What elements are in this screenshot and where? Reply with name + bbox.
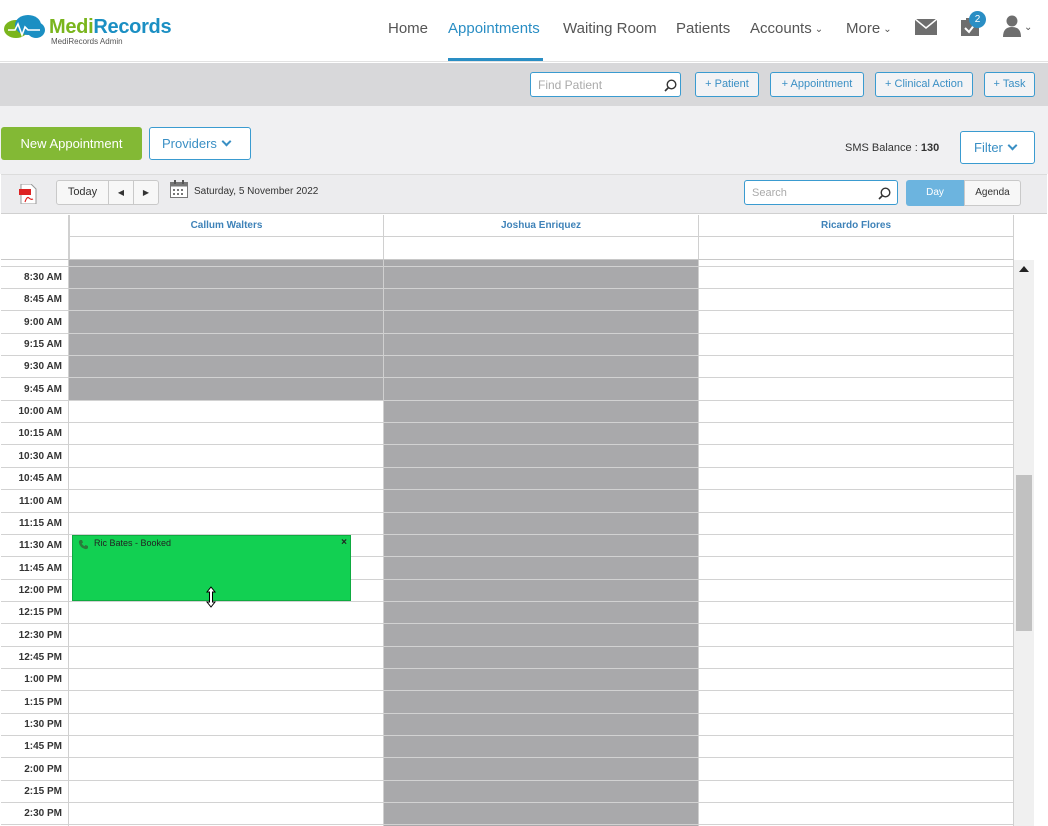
time-slot-row[interactable]: 1:00 PM — [1, 669, 1014, 692]
nav-more[interactable]: More ⌄ — [846, 20, 892, 37]
scrollbar-thumb[interactable] — [1016, 475, 1032, 631]
time-gutter — [1, 260, 69, 826]
search-icon[interactable] — [664, 79, 677, 92]
today-button[interactable]: Today — [56, 180, 109, 205]
sms-balance: SMS Balance : 130 — [845, 142, 939, 154]
appointment-toolbar: New Appointment Providers SMS Balance : … — [0, 106, 1048, 174]
search-icon[interactable] — [878, 187, 891, 200]
time-slot-row[interactable]: 8:30 AM — [1, 267, 1014, 289]
next-day-button[interactable]: ▶ — [133, 180, 159, 205]
time-slot-row[interactable]: 1:30 PM — [1, 714, 1014, 736]
providers-label: Providers — [162, 136, 217, 151]
column-divider — [383, 260, 384, 826]
resize-cursor-icon — [205, 586, 217, 608]
time-slot-row[interactable]: 1:15 PM — [1, 692, 1014, 714]
add-clinical-action-button[interactable]: + Clinical Action — [875, 72, 973, 97]
nav-more-label: More — [846, 20, 881, 37]
new-appointment-button[interactable]: New Appointment — [1, 127, 142, 160]
phone-icon — [78, 540, 88, 550]
top-nav: MediRecords MediRecords Admin Home Appoi… — [0, 0, 1048, 62]
nav-home[interactable]: Home — [388, 20, 428, 37]
time-slot-row[interactable]: 1:45 PM — [1, 736, 1014, 759]
time-slot-row[interactable] — [1, 260, 1014, 267]
tasks-count-badge: 2 — [969, 11, 986, 28]
time-slot-row[interactable]: 12:30 PM — [1, 625, 1014, 647]
time-gutter-header — [1, 215, 69, 259]
calendar-header: Callum Walters Joshua Enriquez Ricardo F… — [1, 215, 1014, 260]
add-task-button[interactable]: + Task — [984, 72, 1035, 97]
current-date: Saturday, 5 November 2022 — [194, 186, 319, 197]
column-divider — [698, 260, 699, 826]
time-slot-row[interactable]: 10:00 AM — [1, 401, 1014, 424]
calendar-icon[interactable] — [170, 180, 188, 198]
time-slot-row[interactable]: 10:15 AM — [1, 423, 1014, 446]
nav-waiting-room[interactable]: Waiting Room — [563, 20, 657, 37]
time-slot-row[interactable]: 2:15 PM — [1, 781, 1014, 804]
time-slot-row[interactable]: 9:15 AM — [1, 334, 1014, 357]
time-slot-row[interactable]: 10:30 AM — [1, 446, 1014, 468]
time-slot-row[interactable]: 11:00 AM — [1, 491, 1014, 513]
scroll-up-arrow-icon[interactable] — [1019, 266, 1029, 272]
sms-balance-value: 130 — [920, 142, 940, 154]
filter-dropdown[interactable]: Filter — [960, 131, 1035, 164]
nav-patients[interactable]: Patients — [676, 20, 730, 37]
provider-column-header[interactable]: Joshua Enriquez — [383, 215, 698, 237]
sms-balance-label: SMS Balance : — [845, 142, 918, 154]
chevron-down-icon — [221, 136, 232, 147]
action-bar: + Patient + Appointment + Clinical Actio… — [0, 63, 1048, 106]
nav-appointments[interactable]: Appointments — [448, 20, 540, 37]
providers-dropdown[interactable]: Providers — [149, 127, 251, 160]
appointment-title: Ric Bates - Booked — [94, 538, 172, 548]
brand-subtitle: MediRecords Admin — [51, 37, 123, 46]
calendar-search-input[interactable] — [744, 180, 898, 205]
add-patient-button[interactable]: + Patient — [695, 72, 759, 97]
mail-icon[interactable] — [915, 19, 937, 35]
time-slot-row[interactable]: 8:45 AM — [1, 289, 1014, 312]
brand-logo[interactable]: MediRecords MediRecords Admin — [2, 12, 177, 48]
cloud-logo-icon — [4, 15, 45, 38]
close-icon[interactable]: × — [341, 537, 347, 548]
pdf-export-icon[interactable] — [19, 184, 37, 204]
time-slot-row[interactable]: 12:15 PM — [1, 602, 1014, 625]
calendar-toolbar: Today ◀ ▶ Saturday, 5 November 2022 Day … — [1, 174, 1047, 214]
day-view-button[interactable]: Day — [906, 180, 964, 206]
nav-accounts-label: Accounts — [750, 20, 812, 37]
time-slot-row[interactable]: 12:45 PM — [1, 647, 1014, 669]
all-day-cell[interactable] — [69, 237, 383, 259]
user-avatar-icon[interactable] — [1003, 15, 1021, 37]
time-slot-row[interactable]: 2:30 PM — [1, 803, 1014, 826]
nav-active-indicator — [448, 58, 543, 61]
agenda-view-button[interactable]: Agenda — [964, 180, 1021, 206]
chevron-down-icon: ⌄ — [883, 24, 892, 35]
provider-column-header[interactable]: Ricardo Flores — [698, 215, 1014, 237]
find-patient-input[interactable] — [530, 72, 681, 97]
user-menu-chevron-icon[interactable]: ⌄ — [1024, 22, 1032, 33]
chevron-down-icon — [1007, 140, 1018, 151]
time-slot-row[interactable]: 9:30 AM — [1, 356, 1014, 379]
brand-name: MediRecords — [49, 16, 172, 38]
time-slot-row[interactable]: 9:00 AM — [1, 312, 1014, 334]
filter-label: Filter — [974, 140, 1003, 155]
nav-accounts[interactable]: Accounts ⌄ — [750, 20, 823, 37]
chevron-down-icon: ⌄ — [814, 24, 824, 35]
time-slot-row[interactable]: 10:45 AM — [1, 468, 1014, 491]
calendar-grid[interactable]: 8:30 AM 8:45 AM 9:00 AM 9:15 AM 9:30 AM 9:45 … — [1, 260, 1014, 826]
add-appointment-button[interactable]: + Appointment — [770, 72, 864, 97]
vertical-scrollbar[interactable] — [1014, 260, 1034, 826]
time-slot-row[interactable]: 9:45 AM — [1, 379, 1014, 401]
provider-column-header[interactable]: Callum Walters — [69, 215, 383, 237]
all-day-cell[interactable] — [698, 237, 1014, 259]
all-day-cell[interactable] — [383, 237, 698, 259]
prev-day-button[interactable]: ◀ — [108, 180, 134, 205]
time-slot-row[interactable]: 2:00 PM — [1, 759, 1014, 781]
time-slot-row[interactable]: 11:15 AM — [1, 513, 1014, 535]
